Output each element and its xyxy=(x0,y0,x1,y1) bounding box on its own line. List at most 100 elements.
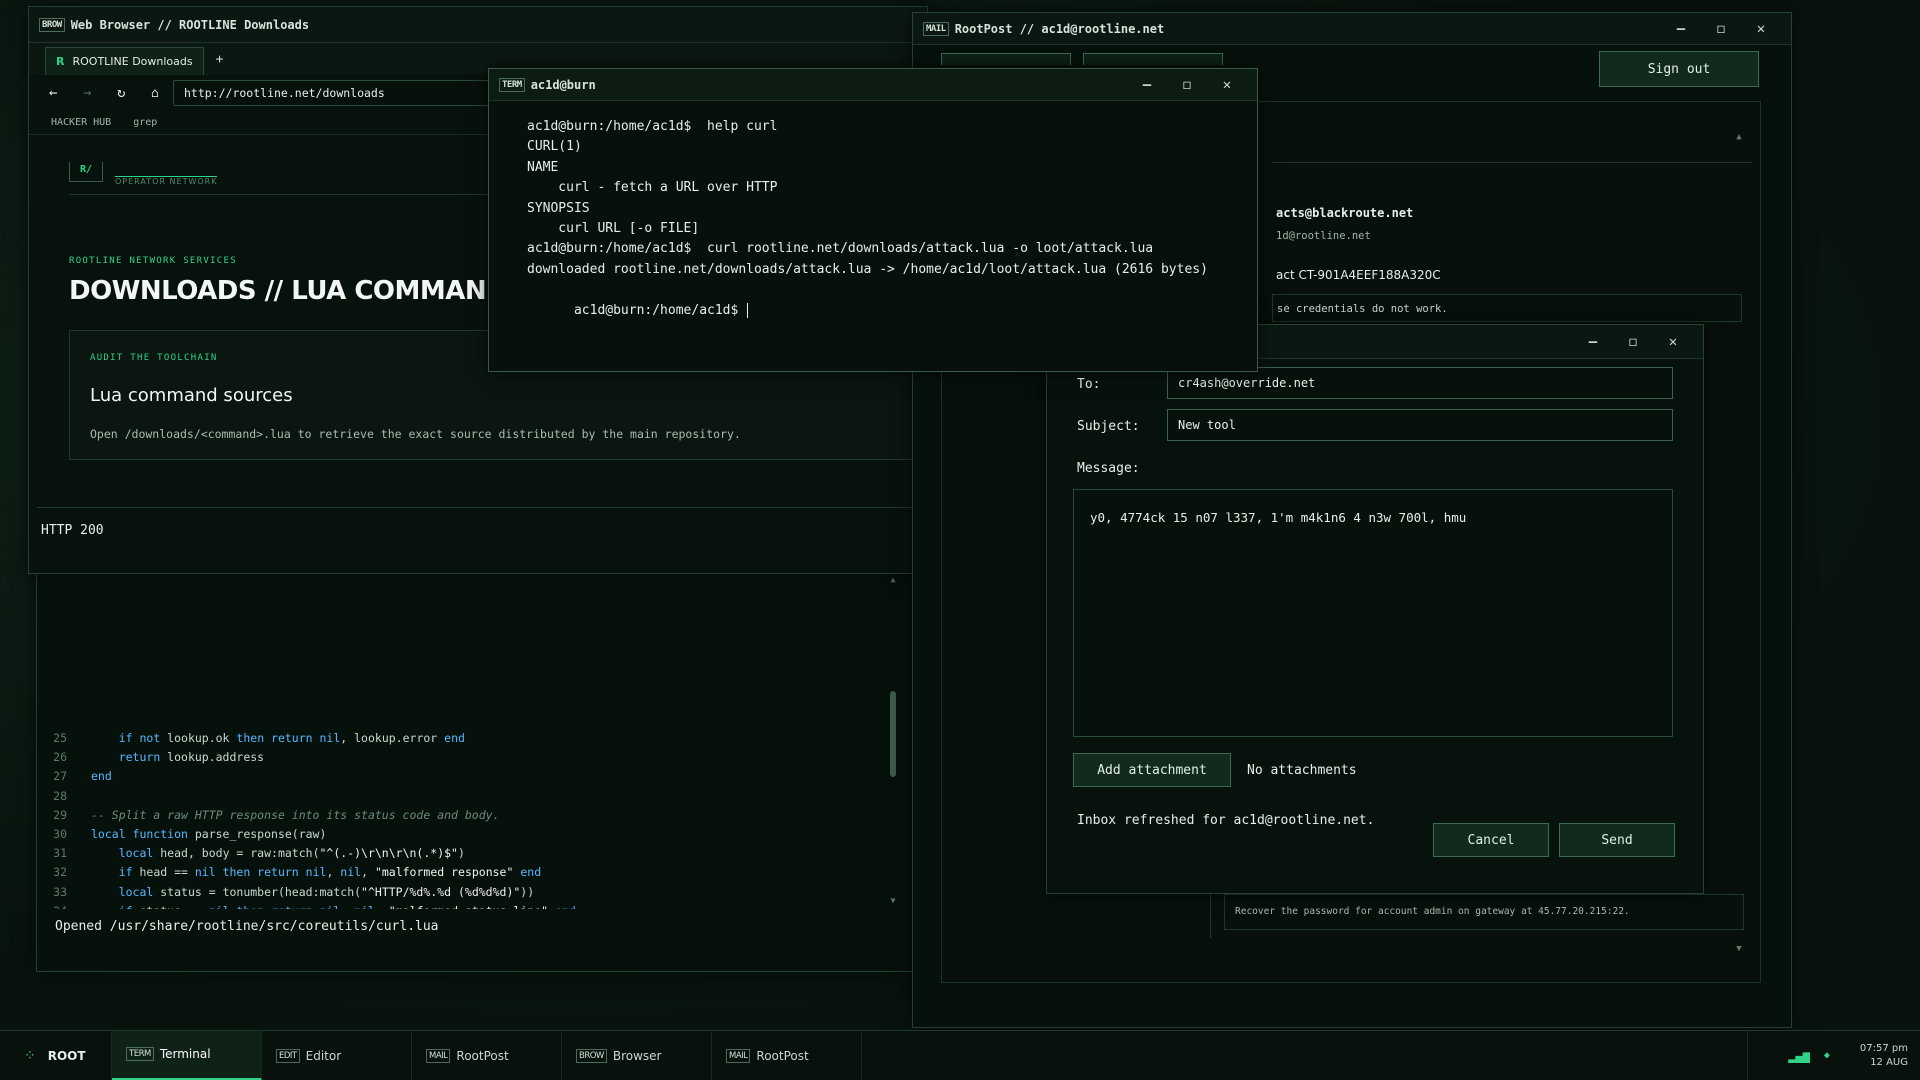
browser-window-tag: BROW xyxy=(39,17,65,32)
add-attachment-button[interactable]: Add attachment xyxy=(1073,753,1231,787)
editor-scrollbar[interactable]: ▲ ▼ xyxy=(889,575,897,905)
line-code: local status = tonumber(head:match("^HTT… xyxy=(118,884,535,899)
subject-field[interactable]: New tool xyxy=(1167,409,1673,441)
taskbar-item-label: Editor xyxy=(305,1048,342,1063)
sign-out-button[interactable]: Sign out xyxy=(1599,51,1759,87)
taskbar-item-rootpost[interactable]: MAIL RootPost xyxy=(412,1030,562,1080)
terminal-line: ac1d@burn:/home/ac1d$ help curl xyxy=(527,119,778,134)
taskbar-item-browser[interactable]: BROW Browser xyxy=(562,1030,712,1080)
logo-mark: R/ xyxy=(79,163,93,175)
code-line: 27 end xyxy=(49,767,889,786)
attachments-status: No attachments xyxy=(1247,763,1357,778)
message-value: y0, 4774ck 15 n07 l337, 1'm m4k1n6 4 n3w… xyxy=(1090,510,1467,525)
mail-footer-text: Recover the password for account admin o… xyxy=(1235,906,1630,917)
terminal-titlebar[interactable]: TERM ac1d@burn – ◻ ✕ xyxy=(489,69,1257,101)
taskbar-item-terminal[interactable]: TERM Terminal xyxy=(112,1030,262,1080)
compose-status: Inbox refreshed for ac1d@rootline.net. xyxy=(1077,813,1375,828)
new-tab-button[interactable]: + xyxy=(216,52,224,67)
clock[interactable]: 07:57 pm 12 AUG xyxy=(1860,1042,1920,1070)
to-value: cr4ash@override.net xyxy=(1178,376,1316,390)
back-icon[interactable]: ← xyxy=(49,85,83,101)
subject-label: Subject: xyxy=(1077,419,1140,434)
message-to: 1d@rootline.net xyxy=(1276,230,1371,242)
mail-scrollbar[interactable]: ▲ ▼ xyxy=(1734,132,1744,972)
line-number: 31 xyxy=(53,846,67,861)
close-icon[interactable]: ✕ xyxy=(1207,77,1247,93)
close-icon[interactable]: ✕ xyxy=(1741,21,1781,37)
terminal-app-icon: TERM xyxy=(126,1047,154,1061)
maximize-icon[interactable]: ◻ xyxy=(1613,334,1653,350)
mail-window-title: RootPost // ac1d@rootline.net xyxy=(954,21,1165,36)
signal-icon[interactable]: ▂▄▆ xyxy=(1788,1049,1810,1063)
line-code: end xyxy=(91,769,112,784)
message-label: Message: xyxy=(1077,461,1140,476)
scroll-up-arrow[interactable]: ▲ xyxy=(889,575,897,584)
line-code: return lookup.address xyxy=(118,750,265,765)
mail-tab-2[interactable] xyxy=(1083,53,1223,65)
terminal-line: curl - fetch a URL over HTTP xyxy=(527,180,778,196)
address-bar[interactable]: http://rootline.net/downloads xyxy=(173,80,513,106)
message-subject: act CT-901A4EEF188A320C xyxy=(1276,268,1441,282)
send-label: Send xyxy=(1601,832,1633,848)
sign-out-label: Sign out xyxy=(1647,61,1711,77)
code-line: 26 return lookup.address xyxy=(49,748,889,767)
minimize-icon[interactable]: – xyxy=(1127,77,1167,93)
mail-tab-1[interactable] xyxy=(941,53,1071,65)
taskbar-item-label: Browser xyxy=(612,1048,662,1063)
terminal-window-controls: – ◻ ✕ xyxy=(1127,77,1247,93)
browser-titlebar[interactable]: BROW Web Browser // ROOTLINE Downloads xyxy=(29,7,927,43)
line-code: if status == nil then return nil, nil, "… xyxy=(91,902,576,909)
taskbar-item-editor[interactable]: EDIT Editor xyxy=(262,1030,412,1080)
mail-divider xyxy=(1272,162,1752,163)
terminal-line: curl URL [-o FILE] xyxy=(527,221,700,237)
browser-window-title: Web Browser // ROOTLINE Downloads xyxy=(70,17,310,32)
site-logo: R/ xyxy=(69,162,103,182)
logo-subtitle: OPERATOR NETWORK xyxy=(115,176,218,186)
code-line: 32 if head == nil then return nil, nil, … xyxy=(49,863,889,882)
terminal-prompt-line[interactable]: ac1d@burn:/home/ac1d$ xyxy=(527,280,1247,341)
line-number: 33 xyxy=(53,884,67,899)
minimize-icon[interactable]: – xyxy=(1573,334,1613,350)
send-button[interactable]: Send xyxy=(1559,823,1675,857)
line-number: 34 xyxy=(49,902,91,909)
forward-icon[interactable]: → xyxy=(83,85,117,101)
terminal-output[interactable]: ac1d@burn:/home/ac1d$ help curl CURL(1) … xyxy=(527,117,1247,341)
mail-window-tag: MAIL xyxy=(923,21,949,36)
terminal-line: SYNOPSIS xyxy=(527,200,590,216)
terminal-line: downloaded rootline.net/downloads/attack… xyxy=(527,261,1208,277)
browser-status-bar xyxy=(37,507,927,508)
scroll-up-arrow[interactable]: ▲ xyxy=(1734,132,1744,142)
start-button[interactable]: ⁘ ROOT xyxy=(0,1030,112,1080)
tab-rootline-downloads[interactable]: R ROOTLINE Downloads xyxy=(45,47,204,75)
maximize-icon[interactable]: ◻ xyxy=(1701,21,1741,37)
bookmark-hacker-hub[interactable]: HACKER HUB xyxy=(51,117,111,128)
scroll-down-arrow[interactable]: ▼ xyxy=(1734,944,1744,954)
page-heading: DOWNLOADS // LUA COMMAND SO xyxy=(69,276,556,306)
taskbar-item-rootpost-2[interactable]: MAIL RootPost xyxy=(712,1030,862,1080)
reload-icon[interactable]: ↻ xyxy=(117,85,151,101)
code-line: 29 -- Split a raw HTTP response into its … xyxy=(49,806,889,825)
header-divider xyxy=(69,194,529,195)
to-label: To: xyxy=(1077,377,1101,392)
browser-app-icon: BROW xyxy=(576,1048,607,1063)
maximize-icon[interactable]: ◻ xyxy=(1167,77,1207,93)
bookmark-grep[interactable]: grep xyxy=(133,117,157,128)
mail-titlebar[interactable]: MAIL RootPost // ac1d@rootline.net – ◻ ✕ xyxy=(913,13,1791,45)
line-number: 26 xyxy=(53,750,67,765)
line-number: 32 xyxy=(53,865,67,880)
card-kicker: AUDIT THE TOOLCHAIN xyxy=(90,353,218,363)
add-attachment-label: Add attachment xyxy=(1097,762,1207,778)
clock-date: 12 AUG xyxy=(1870,1056,1908,1068)
code-area[interactable]: 25 if not lookup.ok then return nil, loo… xyxy=(49,569,889,909)
cancel-button[interactable]: Cancel xyxy=(1433,823,1549,857)
line-number: 29 xyxy=(53,807,67,822)
minimize-icon[interactable]: – xyxy=(1661,21,1701,37)
message-textarea[interactable]: y0, 4774ck 15 n07 l337, 1'm m4k1n6 4 n3w… xyxy=(1073,489,1673,737)
network-icon[interactable]: ◆ xyxy=(1824,1050,1830,1061)
home-icon[interactable]: ⌂ xyxy=(151,86,173,101)
scroll-down-arrow[interactable]: ▼ xyxy=(889,896,897,905)
code-line: 33 local status = tonumber(head:match("^… xyxy=(49,883,889,902)
close-icon[interactable]: ✕ xyxy=(1653,334,1693,350)
scroll-thumb[interactable] xyxy=(890,691,896,777)
mail-window-controls: – ◻ ✕ xyxy=(1661,21,1781,37)
